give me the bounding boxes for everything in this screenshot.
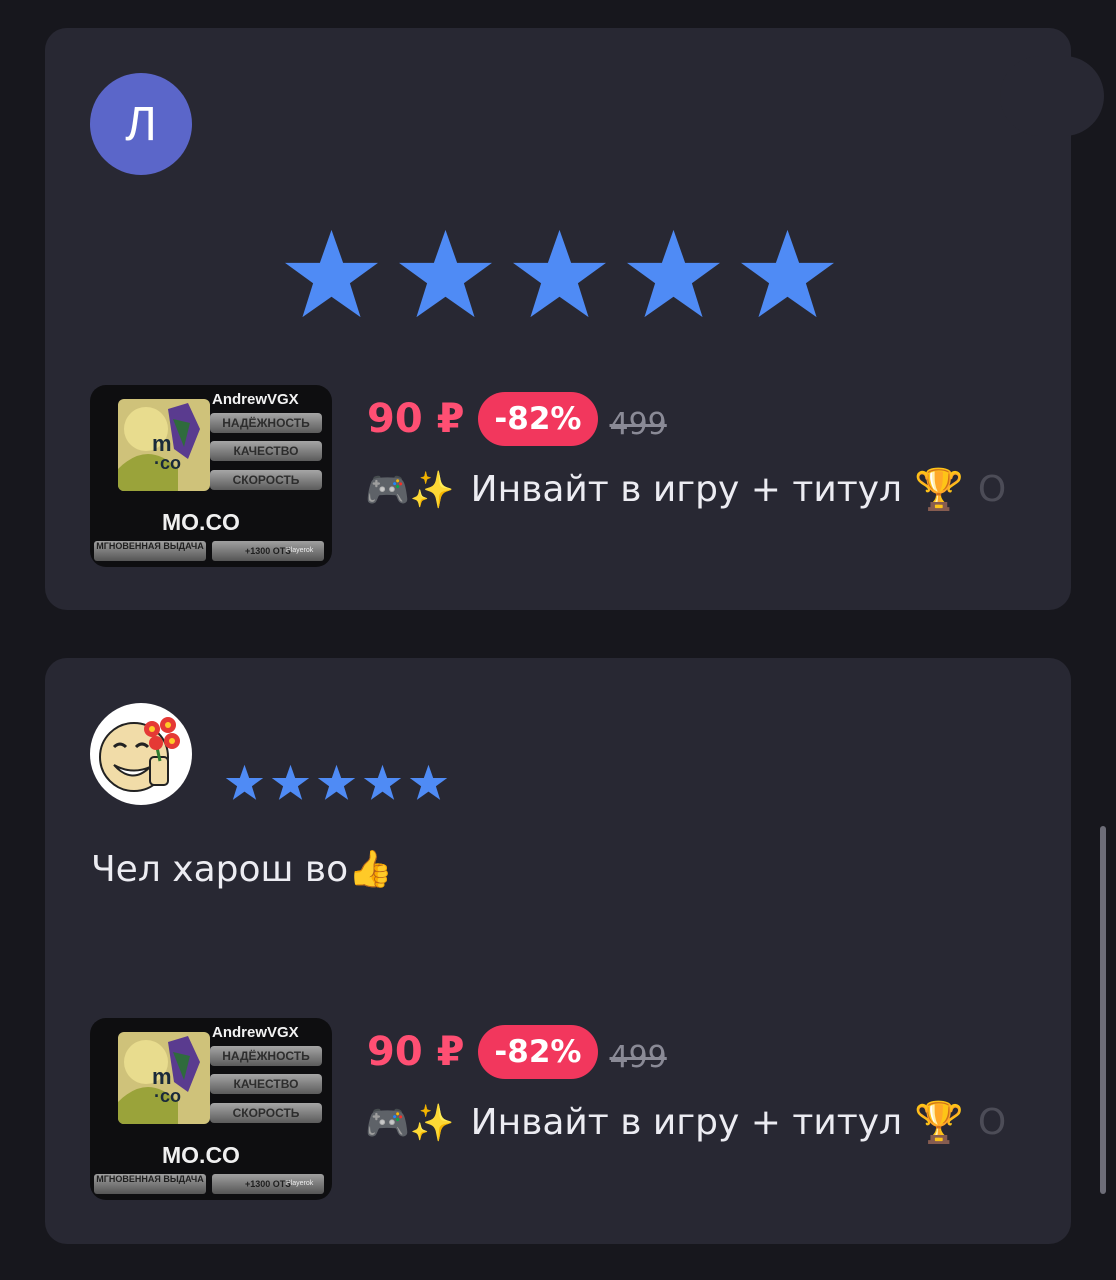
product-title: Инвайт в игру + титул [470, 1102, 903, 1143]
review-card: Л m ·co AndrewVGX НАДЁЖНОСТЬ КАЧЕСТВО СК… [45, 28, 1071, 610]
product-brand: AndrewVGX [212, 391, 299, 408]
product-tag: НАДЁЖНОСТЬ [210, 1046, 322, 1066]
star-icon [283, 228, 380, 320]
product-tag: КАЧЕСТВО [210, 1074, 322, 1094]
overlay-bubble [1000, 56, 1104, 136]
star-icon [511, 228, 608, 320]
star-icon [225, 764, 264, 801]
scrollbar[interactable] [1100, 826, 1106, 1194]
avatar-letter: Л [125, 97, 157, 151]
product-tag: КАЧЕСТВО [210, 441, 322, 461]
avatar[interactable]: Л [90, 73, 192, 175]
star-icon [409, 764, 448, 801]
title-overflow: О [977, 469, 1007, 510]
smiley-with-flowers-icon [91, 704, 191, 804]
svg-text:·co: ·co [154, 1086, 181, 1106]
product-title-link[interactable]: 🎮✨ Инвайт в игру + титул 🏆 О [365, 1099, 1006, 1146]
price-row: 90 ₽ -82% 499 [367, 1025, 667, 1079]
product-art: m ·co [118, 399, 210, 491]
old-price: 499 [609, 406, 667, 442]
review-text: Чел харош во👍 [91, 848, 393, 890]
star-icon [317, 764, 356, 801]
thumbs-up-icon: 👍 [348, 849, 393, 890]
watermark: Playerok [286, 547, 314, 554]
product-strip: МГНОВЕННАЯ ВЫДАЧА [94, 541, 206, 561]
price-row: 90 ₽ -82% 499 [367, 392, 667, 446]
product-strip: МГНОВЕННАЯ ВЫДАЧА [94, 1174, 206, 1194]
price: 90 ₽ [367, 396, 465, 442]
title-overflow: О [977, 1102, 1007, 1143]
product-image[interactable]: m ·co AndrewVGX НАДЁЖНОСТЬ КАЧЕСТВО СКОР… [90, 1018, 332, 1200]
avatar[interactable] [90, 703, 192, 805]
product-tag: НАДЁЖНОСТЬ [210, 413, 322, 433]
svg-text:·co: ·co [154, 453, 181, 473]
star-icon [625, 228, 722, 320]
product-image-name: MO.CO [162, 1142, 240, 1168]
product-tag: СКОРОСТЬ [210, 1103, 322, 1123]
product-image[interactable]: m ·co AndrewVGX НАДЁЖНОСТЬ КАЧЕСТВО СКОР… [90, 385, 332, 567]
review-card: Чел харош во👍 m ·co AndrewVGX НАДЁЖНОСТЬ… [45, 658, 1071, 1244]
price: 90 ₽ [367, 1029, 465, 1075]
product-title-link[interactable]: 🎮✨ Инвайт в игру + титул 🏆 О [365, 466, 1006, 513]
star-icon [397, 228, 494, 320]
review-text-body: Чел харош во [91, 849, 349, 890]
product-brand: AndrewVGX [212, 1024, 299, 1041]
star-icon [739, 228, 836, 320]
trophy-icon: 🏆 [914, 1100, 964, 1146]
gamepad-sparkles-icon: 🎮✨ [365, 1102, 455, 1144]
product-title: Инвайт в игру + титул [470, 469, 903, 510]
trophy-icon: 🏆 [914, 467, 964, 513]
product-tag: СКОРОСТЬ [210, 470, 322, 490]
discount-badge: -82% [478, 392, 598, 446]
watermark: Playerok [286, 1180, 314, 1187]
discount-badge: -82% [478, 1025, 598, 1079]
rating-stars [283, 228, 836, 320]
old-price: 499 [609, 1039, 667, 1075]
gamepad-sparkles-icon: 🎮✨ [365, 469, 455, 511]
product-image-name: MO.CO [162, 509, 240, 535]
star-icon [271, 764, 310, 801]
star-icon [363, 764, 402, 801]
rating-stars [225, 764, 448, 801]
product-art: m ·co [118, 1032, 210, 1124]
